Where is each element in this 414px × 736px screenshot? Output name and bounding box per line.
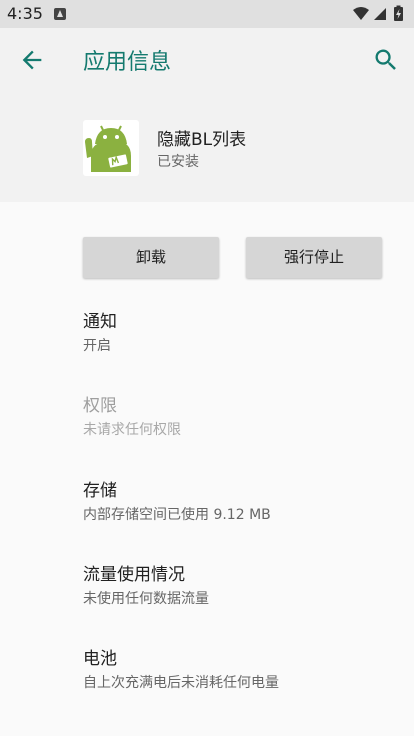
item-subtitle: 未请求任何权限 (83, 422, 181, 438)
item-title: 存储 (83, 481, 117, 501)
item-subtitle: 未使用任何数据流量 (83, 591, 209, 607)
item-title: 权限 (83, 396, 117, 416)
app-name: 隐藏BL列表 (157, 130, 247, 150)
app-header: 隐藏BL列表 已安装 (0, 92, 414, 202)
battery-charging-icon (394, 5, 403, 21)
storage-item[interactable]: 存储 内部存储空间已使用 9.12 MB (83, 480, 403, 525)
app-info-screen: 4:35 应用信息 隐藏BL列表 已安装 卸载 强行停止 通知 开启 权限 未请… (0, 0, 414, 736)
item-subtitle: 自上次充满电后未消耗任何电量 (83, 675, 279, 691)
app-notification-icon (54, 8, 66, 20)
app-bar: 应用信息 (0, 28, 414, 92)
battery-item[interactable]: 电池 自上次充满电后未消耗任何电量 (83, 648, 403, 693)
page-title: 应用信息 (83, 50, 172, 75)
force-stop-button[interactable]: 强行停止 (246, 237, 382, 278)
search-icon (375, 49, 396, 70)
uninstall-button[interactable]: 卸载 (83, 237, 219, 278)
data-usage-item[interactable]: 流量使用情况 未使用任何数据流量 (83, 564, 403, 609)
notifications-item[interactable]: 通知 开启 (83, 311, 403, 356)
item-subtitle: 开启 (83, 338, 111, 354)
cellular-signal-icon (374, 8, 386, 20)
android-app-icon (83, 120, 139, 176)
item-title: 通知 (83, 312, 117, 332)
search-button[interactable] (372, 46, 400, 74)
app-install-status: 已安装 (157, 154, 199, 170)
status-icons (352, 5, 408, 23)
status-time: 4:35 (7, 4, 43, 23)
back-button[interactable] (18, 46, 46, 74)
item-title: 电池 (83, 649, 117, 669)
item-title: 流量使用情况 (83, 565, 185, 585)
wifi-icon (353, 7, 369, 20)
item-subtitle: 内部存储空间已使用 9.12 MB (83, 507, 271, 523)
status-bar: 4:35 (0, 0, 414, 28)
arrow-back-icon (22, 50, 42, 70)
permissions-item: 权限 未请求任何权限 (83, 395, 403, 440)
